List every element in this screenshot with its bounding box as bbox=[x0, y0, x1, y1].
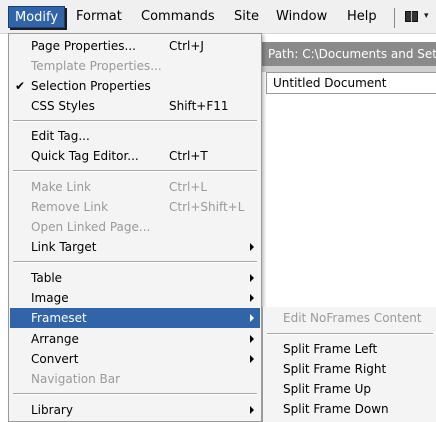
submenu-arrow-icon bbox=[250, 406, 254, 414]
menu-item-label: Page Properties... bbox=[31, 39, 136, 53]
menu-item-label: Template Properties... bbox=[31, 59, 162, 73]
frameset-submenu: Edit NoFrames Content Split Frame Left S… bbox=[262, 307, 436, 422]
menu-item-template-properties: Template Properties... bbox=[10, 56, 260, 76]
menu-item-label: Frameset bbox=[31, 311, 87, 325]
menu-item-label: Convert bbox=[31, 352, 79, 366]
submenu-arrow-icon bbox=[250, 243, 254, 251]
menu-item-label: Edit Tag... bbox=[31, 129, 90, 143]
submenu-item-label: Split Frame Left bbox=[283, 342, 378, 356]
modify-menu: Page Properties... Ctrl+J Template Prope… bbox=[8, 33, 262, 422]
menu-item-label: Navigation Bar bbox=[31, 372, 121, 386]
menu-item-remove-link: Remove Link Ctrl+Shift+L bbox=[10, 197, 260, 217]
menu-item-arrange[interactable]: Arrange bbox=[10, 329, 260, 349]
menu-bar: Modify Format Commands Site Window Help … bbox=[0, 0, 436, 34]
menu-item-image[interactable]: Image bbox=[10, 288, 260, 308]
menu-item-shortcut: Ctrl+T bbox=[169, 149, 208, 163]
submenu-item-split-down[interactable]: Split Frame Down bbox=[263, 399, 435, 419]
menu-commands[interactable]: Commands bbox=[135, 6, 221, 28]
menu-item-quick-tag-editor[interactable]: Quick Tag Editor... Ctrl+T bbox=[10, 146, 260, 166]
document-path-bar: Path: C:\Documents and Settings bbox=[262, 42, 436, 66]
menu-window[interactable]: Window bbox=[270, 6, 333, 28]
menu-item-label: Remove Link bbox=[31, 200, 109, 214]
menu-item-page-properties[interactable]: Page Properties... Ctrl+J bbox=[10, 36, 260, 56]
submenu-item-label: Split Frame Down bbox=[283, 402, 389, 416]
submenu-item-label: Split Frame Up bbox=[283, 382, 372, 396]
menu-item-open-linked-page: Open Linked Page... bbox=[10, 217, 260, 237]
layout-grid-icon[interactable] bbox=[405, 11, 418, 22]
submenu-item-split-left[interactable]: Split Frame Left bbox=[263, 339, 435, 359]
menu-item-link-target[interactable]: Link Target bbox=[10, 237, 260, 257]
menu-format[interactable]: Format bbox=[70, 6, 128, 28]
submenu-arrow-icon bbox=[250, 294, 254, 302]
submenu-item-label: Edit NoFrames Content bbox=[283, 311, 422, 325]
menu-modify[interactable]: Modify bbox=[8, 6, 66, 28]
menu-item-label: CSS Styles bbox=[31, 99, 95, 113]
menu-item-shortcut: Shift+F11 bbox=[169, 99, 229, 113]
submenu-item-edit-noframes: Edit NoFrames Content bbox=[263, 308, 435, 328]
menu-item-label: Arrange bbox=[31, 332, 79, 346]
menu-item-shortcut: Ctrl+L bbox=[169, 180, 208, 194]
menu-item-make-link: Make Link Ctrl+L bbox=[10, 177, 260, 197]
document-title-input[interactable]: Untitled Document bbox=[266, 72, 436, 94]
menu-item-label: Make Link bbox=[31, 180, 91, 194]
submenu-separator bbox=[267, 333, 433, 335]
menu-item-label: Quick Tag Editor... bbox=[31, 149, 139, 163]
menu-item-selection-properties[interactable]: ✔ Selection Properties bbox=[10, 76, 260, 96]
submenu-arrow-icon bbox=[250, 355, 254, 363]
menu-item-label: Library bbox=[31, 403, 73, 417]
submenu-arrow-icon bbox=[250, 274, 254, 282]
menu-help[interactable]: Help bbox=[341, 6, 383, 28]
menu-item-label: Table bbox=[31, 271, 63, 285]
menu-separator bbox=[13, 393, 257, 395]
menu-item-label: Image bbox=[31, 291, 69, 305]
submenu-item-split-right[interactable]: Split Frame Right bbox=[263, 359, 435, 379]
submenu-arrow-icon bbox=[250, 335, 254, 343]
menu-item-label: Open Linked Page... bbox=[31, 220, 151, 234]
menu-item-frameset[interactable]: Frameset bbox=[10, 308, 260, 328]
menubar-separator bbox=[394, 8, 395, 28]
menu-item-navigation-bar: Navigation Bar bbox=[10, 369, 260, 389]
menu-item-edit-tag[interactable]: Edit Tag... bbox=[10, 126, 260, 146]
menu-item-shortcut: Ctrl+Shift+L bbox=[169, 200, 245, 214]
menu-item-label: Selection Properties bbox=[31, 79, 151, 93]
submenu-item-label: Split Frame Right bbox=[283, 362, 387, 376]
checkmark-icon: ✔ bbox=[15, 79, 26, 93]
menu-item-label: Link Target bbox=[31, 240, 97, 254]
menu-separator bbox=[13, 261, 257, 263]
menu-separator bbox=[13, 170, 257, 172]
menu-item-shortcut: Ctrl+J bbox=[169, 39, 204, 53]
menu-item-table[interactable]: Table bbox=[10, 268, 260, 288]
menu-item-library[interactable]: Library bbox=[10, 400, 260, 420]
submenu-item-split-up[interactable]: Split Frame Up bbox=[263, 379, 435, 399]
menu-separator bbox=[13, 120, 257, 122]
submenu-arrow-icon bbox=[250, 314, 254, 322]
menu-item-css-styles[interactable]: CSS Styles Shift+F11 bbox=[10, 96, 260, 116]
menu-item-convert[interactable]: Convert bbox=[10, 349, 260, 369]
menu-site[interactable]: Site bbox=[228, 6, 265, 28]
chevron-down-icon[interactable]: ▾ bbox=[424, 11, 429, 21]
